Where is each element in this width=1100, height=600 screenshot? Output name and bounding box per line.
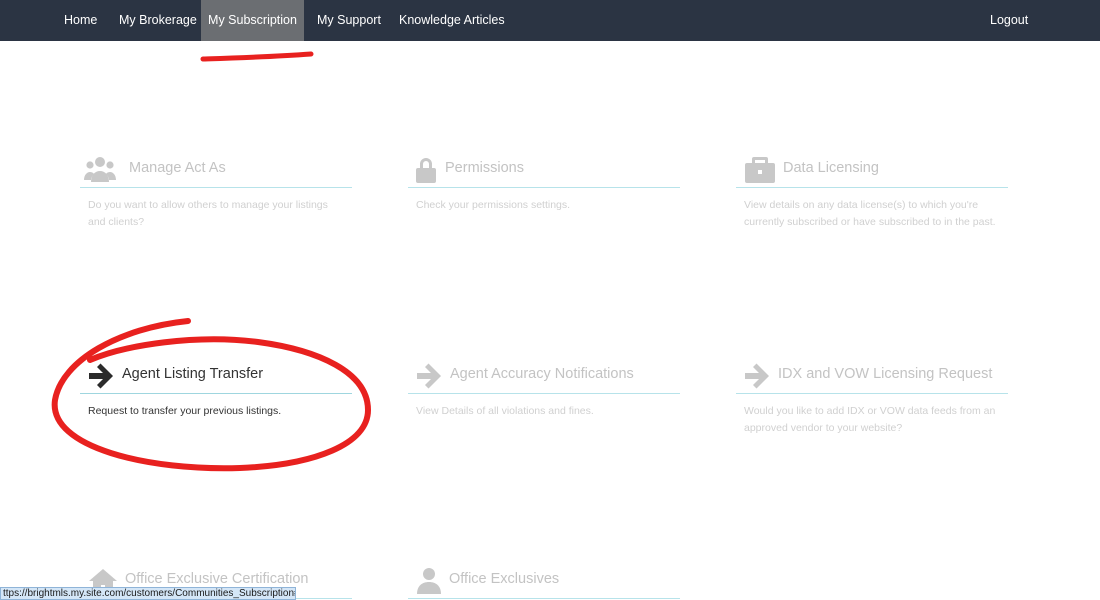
tile-title: Agent Listing Transfer (122, 366, 264, 382)
tile-data-licensing[interactable]: Data Licensing View details on any data … (736, 154, 1008, 230)
logout-link[interactable]: Logout (990, 0, 1028, 41)
tile-description: Would you like to add IDX or VOW data fe… (744, 405, 996, 434)
tile-title: IDX and VOW Licensing Request (778, 366, 993, 382)
nav-home[interactable]: Home (64, 0, 97, 41)
tile-agent-accuracy-notifications[interactable]: Agent Accuracy Notifications View Detail… (408, 360, 680, 420)
tile-description: Do you want to allow others to manage yo… (88, 199, 328, 228)
tile-header: Agent Listing Transfer (80, 360, 352, 394)
tile-title: Manage Act As (129, 160, 226, 176)
arrow-right-icon (416, 361, 442, 391)
briefcase-icon (744, 155, 776, 185)
nav-my-support[interactable]: My Support (317, 0, 381, 41)
lock-icon (414, 155, 438, 185)
tile-manage-act-as[interactable]: Manage Act As Do you want to allow other… (80, 154, 352, 230)
tile-title: Permissions (445, 160, 524, 176)
annotation-underline (200, 51, 314, 62)
tile-header: IDX and VOW Licensing Request (736, 360, 1008, 394)
top-navbar: Home My Brokerage My Subscription My Sup… (0, 0, 1100, 41)
tile-description: View details on any data license(s) to w… (744, 199, 996, 228)
tile-header: Data Licensing (736, 154, 1008, 188)
browser-status-url: ttps://brightmls.my.site.com/customers/C… (0, 587, 296, 600)
tile-title: Office Exclusives (449, 571, 560, 587)
tile-title: Office Exclusive Certification (125, 571, 309, 587)
tile-title: Data Licensing (783, 160, 879, 176)
user-icon (416, 566, 442, 596)
tile-description: View Details of all violations and fines… (416, 405, 594, 417)
tile-header: Office Exclusives (408, 565, 680, 599)
tile-permissions[interactable]: Permissions Check your permissions setti… (408, 154, 680, 214)
nav-my-subscription[interactable]: My Subscription (201, 0, 304, 41)
tile-header: Agent Accuracy Notifications (408, 360, 680, 394)
tile-header: Permissions (408, 154, 680, 188)
nav-my-brokerage[interactable]: My Brokerage (119, 0, 197, 41)
tile-description: Request to transfer your previous listin… (88, 405, 282, 417)
tile-office-exclusives[interactable]: Office Exclusives (408, 565, 680, 599)
users-icon (84, 155, 116, 185)
arrow-right-icon (88, 361, 114, 391)
tile-header: Manage Act As (80, 154, 352, 188)
tile-description: Check your permissions settings. (416, 199, 571, 211)
nav-knowledge-articles[interactable]: Knowledge Articles (399, 0, 505, 41)
annotation-overlay (51, 51, 372, 472)
tile-agent-listing-transfer[interactable]: Agent Listing Transfer Request to transf… (80, 360, 352, 420)
tile-idx-vow-licensing-request[interactable]: IDX and VOW Licensing Request Would you … (736, 360, 1008, 436)
arrow-right-icon (744, 361, 770, 391)
tile-title: Agent Accuracy Notifications (450, 366, 634, 382)
